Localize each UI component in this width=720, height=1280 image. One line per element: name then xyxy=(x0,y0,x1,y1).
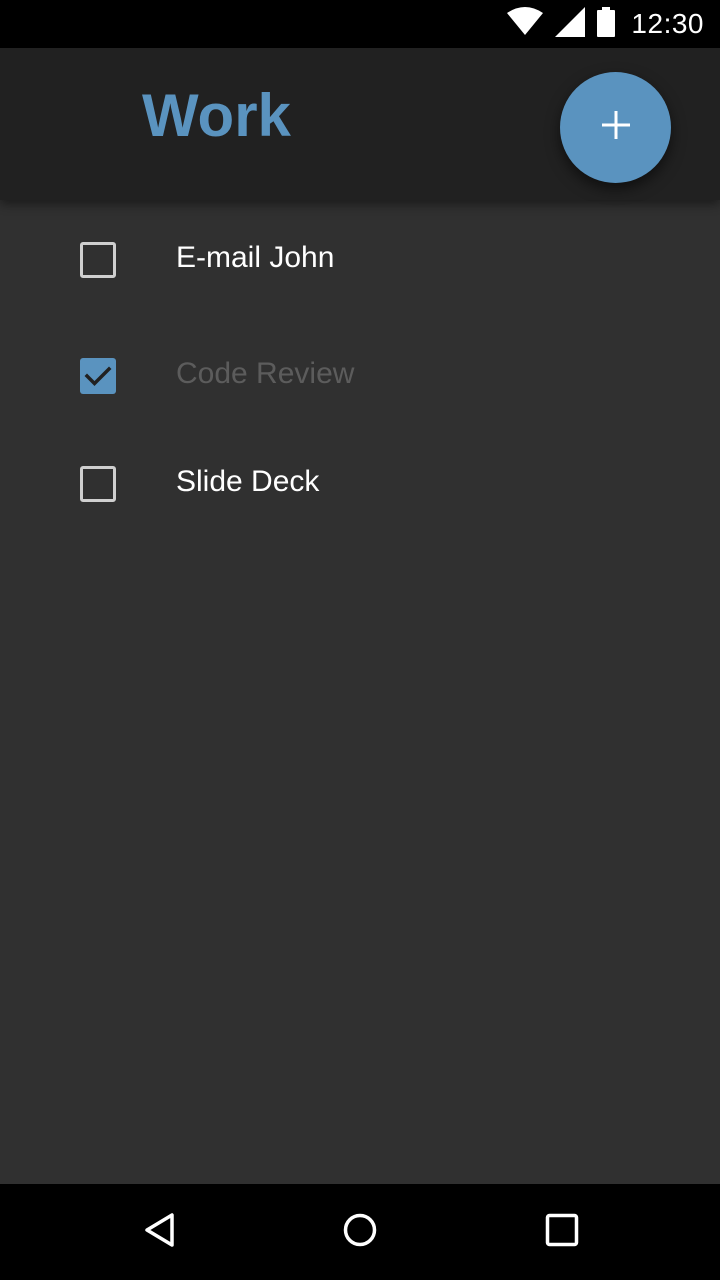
task-row-slide-deck[interactable]: Slide Deck xyxy=(0,432,720,532)
add-task-button[interactable] xyxy=(560,72,671,183)
status-time: 12:30 xyxy=(631,8,704,39)
navigation-bar xyxy=(0,1184,720,1280)
back-button[interactable] xyxy=(136,1208,184,1256)
task-checkbox[interactable] xyxy=(80,466,116,502)
task-label: Code Review xyxy=(176,357,355,390)
recents-icon xyxy=(544,1212,580,1253)
recents-button[interactable] xyxy=(538,1208,586,1256)
status-icons: 12:30 xyxy=(507,0,704,48)
task-checkbox[interactable] xyxy=(80,242,116,278)
page-title: Work xyxy=(142,82,291,149)
status-bar: 12:30 xyxy=(0,0,720,48)
task-row-email-john[interactable]: E-mail John xyxy=(0,208,720,308)
home-button[interactable] xyxy=(336,1208,384,1256)
wifi-icon xyxy=(507,6,544,42)
task-row-code-review[interactable]: Code Review xyxy=(0,324,720,424)
task-label: Slide Deck xyxy=(176,465,320,498)
task-checkbox[interactable] xyxy=(80,358,116,394)
plus-icon xyxy=(600,109,632,146)
home-icon xyxy=(342,1212,378,1253)
battery-icon xyxy=(597,6,616,42)
cell-signal-icon xyxy=(555,6,586,42)
back-icon xyxy=(142,1212,178,1253)
task-label: E-mail John xyxy=(176,241,335,274)
app-screen: 12:30 Work E-mail John Code Review Slide… xyxy=(0,0,720,1280)
